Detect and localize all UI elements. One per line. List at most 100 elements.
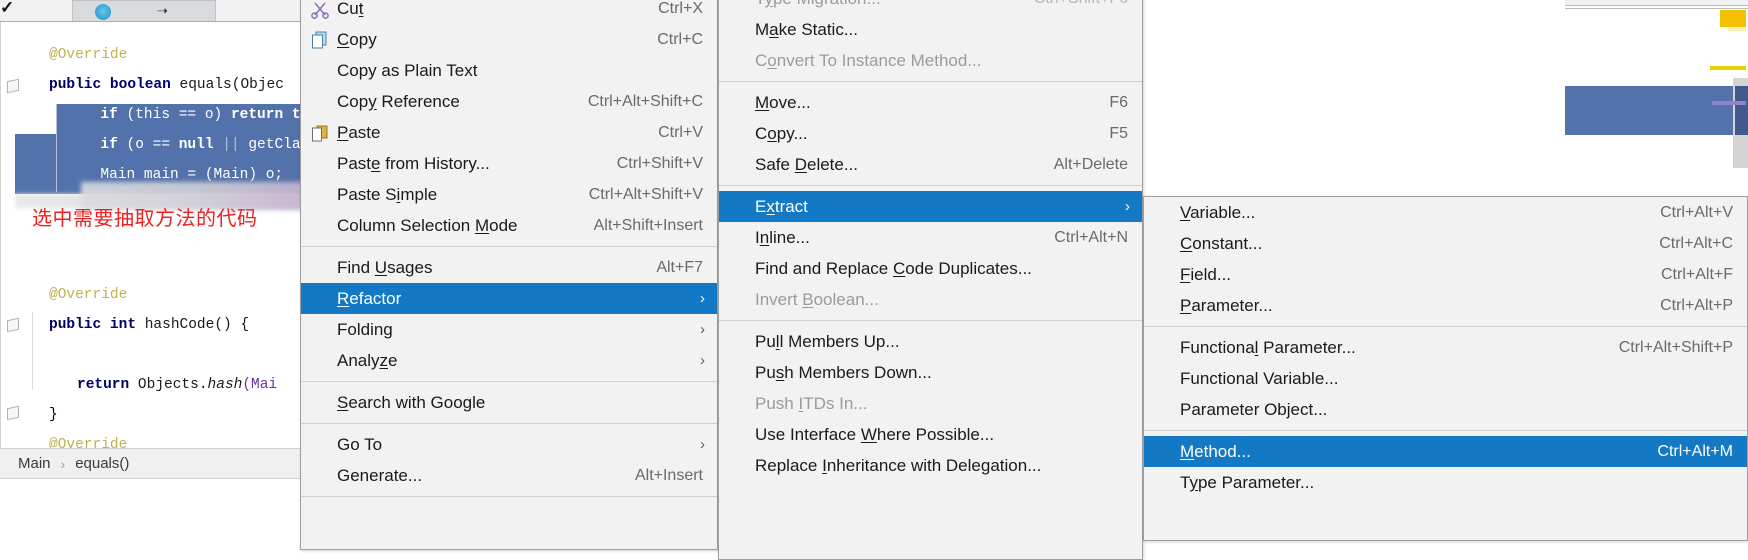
menu-item-shortcut: Ctrl+Alt+Shift+V [589, 186, 717, 204]
breadcrumb-class[interactable]: Main [18, 455, 51, 472]
editor-tab-strip: ✓ ➝ [0, 0, 301, 22]
menu-item-analyze[interactable]: Analyze› [301, 345, 717, 376]
scissors-icon [301, 0, 337, 24]
menu-item-label: Search with Google [337, 393, 717, 413]
menu-item-icon-slot [719, 14, 755, 45]
warning-indicator-icon[interactable] [1720, 10, 1746, 27]
menu-separator [719, 81, 1142, 82]
editor-text-area[interactable]: @Override public boolean equals(Objec if… [0, 22, 301, 497]
menu-item-label: Parameter... [1180, 296, 1660, 316]
menu-item-parameter[interactable]: Parameter...Ctrl+Alt+P [1144, 290, 1747, 321]
menu-item-invert-boolean: Invert Boolean... [719, 284, 1142, 315]
menu-item-icon-slot [719, 284, 755, 315]
occurrence-marker-stripe [1712, 101, 1746, 105]
editor-blank-area [1565, 135, 1733, 190]
menu-item-shortcut: F6 [1109, 94, 1142, 112]
menu-item-go-to[interactable]: Go To› [301, 429, 717, 460]
menu-item-column-selection-mode[interactable]: Column Selection ModeAlt+Shift+Insert [301, 210, 717, 241]
menu-item-label: Copy [337, 30, 657, 50]
menu-item-copy[interactable]: Copy...F5 [719, 118, 1142, 149]
menu-item-icon-slot [301, 387, 337, 418]
menu-item-shortcut: Ctrl+Alt+N [1054, 229, 1142, 247]
menu-item-push-members-down[interactable]: Push Members Down... [719, 357, 1142, 388]
menu-item-field[interactable]: Field...Ctrl+Alt+F [1144, 259, 1747, 290]
code-line-selected: if (o == null || getCla [83, 130, 301, 160]
menu-item-constant[interactable]: Constant...Ctrl+Alt+C [1144, 228, 1747, 259]
menu-item-method[interactable]: Method...Ctrl+Alt+M [1144, 436, 1747, 467]
menu-item-label: Make Static... [755, 20, 1142, 40]
menu-item-icon-slot [301, 179, 337, 210]
menu-item-shortcut: Ctrl+Shift+V [617, 155, 717, 173]
menu-item-find-and-replace-code-duplicates[interactable]: Find and Replace Code Duplicates... [719, 253, 1142, 284]
menu-item-icon-slot [1144, 467, 1180, 498]
menu-item-shortcut: F5 [1109, 125, 1142, 143]
fold-marker-icon[interactable] [7, 80, 20, 93]
menu-item-shortcut: Ctrl+Alt+Shift+C [588, 93, 717, 111]
chevron-right-icon: › [700, 291, 717, 306]
chevron-right-icon: › [1125, 199, 1142, 214]
menu-item-paste[interactable]: PasteCtrl+V [301, 117, 717, 148]
annotation-text: 选中需要抽取方法的代码 [32, 206, 258, 230]
menu-item-shortcut: Ctrl+Alt+Shift+P [1619, 339, 1747, 357]
menu-item-search-with-google[interactable]: Search with Google [301, 387, 717, 418]
menu-item-type-parameter[interactable]: Type Parameter... [1144, 467, 1747, 498]
menu-item-icon-slot [301, 429, 337, 460]
menu-item-label: Push Members Down... [755, 363, 1142, 383]
menu-item-label: Field... [1180, 265, 1661, 285]
menu-item-paste-simple[interactable]: Paste SimpleCtrl+Alt+Shift+V [301, 179, 717, 210]
menu-item-label: Copy as Plain Text [337, 61, 717, 81]
menu-item-label: Constant... [1180, 234, 1659, 254]
menu-item-cut[interactable]: CutCtrl+X [301, 0, 717, 24]
editor-right-strip [1565, 0, 1748, 190]
menu-item-functional-parameter[interactable]: Functional Parameter...Ctrl+Alt+Shift+P [1144, 332, 1747, 363]
editor-gutter[interactable] [1, 22, 23, 497]
menu-item-shortcut: Alt+Delete [1054, 156, 1142, 174]
menu-item-use-interface-where-possible[interactable]: Use Interface Where Possible... [719, 419, 1142, 450]
menu-item-label: Functional Variable... [1180, 369, 1747, 389]
menu-item-replace-inheritance-with-delegation[interactable]: Replace Inheritance with Delegation... [719, 450, 1142, 481]
extract-submenu[interactable]: Variable...Ctrl+Alt+VConstant...Ctrl+Alt… [1143, 196, 1748, 541]
menu-item-variable[interactable]: Variable...Ctrl+Alt+V [1144, 197, 1747, 228]
menu-item-label: Parameter Object... [1180, 400, 1747, 420]
menu-item-icon-slot [1144, 363, 1180, 394]
menu-item-copy[interactable]: CopyCtrl+C [301, 24, 717, 55]
menu-item-icon-slot [719, 357, 755, 388]
menu-item-icon-slot [1144, 394, 1180, 425]
code-line: @Override [49, 40, 127, 70]
menu-item-functional-variable[interactable]: Functional Variable... [1144, 363, 1747, 394]
breadcrumb-method[interactable]: equals() [75, 455, 129, 472]
menu-item-generate[interactable]: Generate...Alt+Insert [301, 460, 717, 491]
menu-item-icon-slot [719, 118, 755, 149]
menu-item-shortcut: Ctrl+Shift+F6 [1034, 0, 1142, 8]
menu-item-inline[interactable]: Inline...Ctrl+Alt+N [719, 222, 1142, 253]
editor-tab[interactable]: ➝ [72, 0, 216, 21]
menu-item-icon-slot [719, 253, 755, 284]
menu-item-paste-from-history[interactable]: Paste from History...Ctrl+Shift+V [301, 148, 717, 179]
menu-item-parameter-object[interactable]: Parameter Object... [1144, 394, 1747, 425]
java-file-icon [95, 4, 111, 20]
menu-item-icon-slot [301, 210, 337, 241]
menu-item-label: Use Interface Where Possible... [755, 425, 1142, 445]
breadcrumb[interactable]: Main › equals() [0, 448, 301, 478]
menu-item-move[interactable]: Move...F6 [719, 87, 1142, 118]
refactor-submenu[interactable]: Type Migration...Ctrl+Shift+F6Make Stati… [718, 0, 1143, 560]
menu-item-icon-slot [1144, 290, 1180, 321]
menu-item-pull-members-up[interactable]: Pull Members Up... [719, 326, 1142, 357]
menu-item-label: Safe Delete... [755, 155, 1054, 175]
editor-context-menu[interactable]: CutCtrl+XCopyCtrl+C Copy as Plain Text Cop… [300, 0, 718, 550]
fold-marker-icon[interactable] [7, 407, 20, 420]
menu-item-safe-delete[interactable]: Safe Delete...Alt+Delete [719, 149, 1142, 180]
menu-item-copy-reference[interactable]: Copy ReferenceCtrl+Alt+Shift+C [301, 86, 717, 117]
fold-marker-icon[interactable] [7, 319, 20, 332]
menu-item-folding[interactable]: Folding› [301, 314, 717, 345]
menu-item-icon-slot [301, 345, 337, 376]
menu-item-copy-as-plain-text[interactable]: Copy as Plain Text [301, 55, 717, 86]
menu-item-make-static[interactable]: Make Static... [719, 14, 1142, 45]
menu-item-extract[interactable]: Extract› [719, 191, 1142, 222]
menu-item-label: Replace Inheritance with Delegation... [755, 456, 1142, 476]
menu-item-find-usages[interactable]: Find UsagesAlt+F7 [301, 252, 717, 283]
menu-item-refactor[interactable]: Refactor› [301, 283, 717, 314]
menu-separator [301, 381, 717, 382]
menu-item-label: Folding [337, 320, 700, 340]
menu-item-icon-slot [719, 45, 755, 76]
